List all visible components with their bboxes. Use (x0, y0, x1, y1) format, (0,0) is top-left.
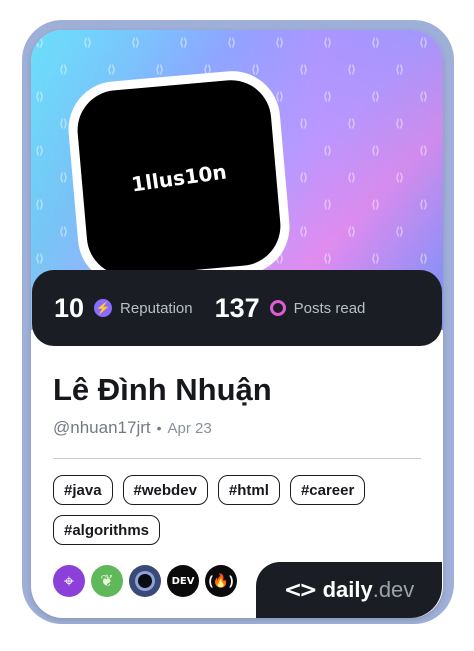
pattern-glyph: ⟨⟩ (419, 144, 428, 157)
avatar: 1llus10n (64, 67, 294, 289)
tag-java[interactable]: #java (53, 475, 113, 505)
pattern-glyph: ⟨⟩ (299, 171, 308, 184)
orbit-icon (129, 565, 161, 597)
pattern-glyph: ⟨⟩ (419, 36, 428, 49)
pattern-glyph: ⟨⟩ (419, 198, 428, 211)
avatar-image: 1llus10n (74, 76, 284, 280)
pattern-glyph: ⟨⟩ (395, 225, 404, 238)
pattern-glyph: ⟨⟩ (275, 36, 284, 49)
tag-webdev[interactable]: #webdev (122, 475, 208, 505)
pattern-glyph: ⟨⟩ (299, 63, 308, 76)
tag-list: #java #webdev #html #career #algorithms (53, 475, 423, 545)
posts-read-value: 137 (214, 292, 260, 323)
pattern-glyph: ⟨⟩ (371, 36, 380, 49)
pattern-glyph: ⟨⟩ (299, 225, 308, 238)
crosshair-icon: ⌖ (53, 565, 85, 597)
pattern-glyph: ⟨⟩ (35, 252, 44, 265)
pattern-glyph: ⟨⟩ (35, 198, 44, 211)
pattern-glyph: ⟨⟩ (59, 225, 68, 238)
pattern-glyph: ⟨⟩ (35, 144, 44, 157)
pattern-glyph: ⟨⟩ (419, 90, 428, 103)
pattern-glyph: ⟨⟩ (323, 252, 332, 265)
pattern-glyph: ⟨⟩ (371, 198, 380, 211)
pattern-glyph: ⟨⟩ (395, 171, 404, 184)
reputation-icon: ⚡ (94, 299, 113, 317)
pattern-glyph: ⟨⟩ (419, 252, 428, 265)
pattern-glyph: ⟨⟩ (347, 171, 356, 184)
daily-dev-mark-icon: <> (283, 577, 318, 603)
reputation-label: Reputation (120, 299, 193, 317)
avatar-text: 1llus10n (129, 159, 229, 197)
brand-name: daily (322, 577, 373, 602)
profile-meta: @nhuan17jrt • Apr 23 (53, 418, 212, 438)
pattern-glyph: ⟨⟩ (371, 252, 380, 265)
pattern-glyph: ⟨⟩ (395, 63, 404, 76)
profile-name: Lê Đình Nhuận (53, 372, 272, 407)
badge-list: ⌖ ❦ DEV (🔥) (53, 565, 237, 597)
reputation-value: 10 (54, 292, 85, 323)
separator-dot: • (156, 420, 162, 436)
pattern-glyph: ⟨⟩ (155, 63, 164, 76)
pattern-glyph: ⟨⟩ (179, 36, 188, 49)
pattern-glyph: ⟨⟩ (59, 117, 68, 130)
pattern-glyph: ⟨⟩ (371, 90, 380, 103)
pattern-glyph: ⟨⟩ (347, 117, 356, 130)
daily-dev-logo: <> daily .dev (256, 562, 442, 618)
joined-date: Apr 23 (167, 420, 212, 437)
brand-tld: .dev (372, 577, 415, 602)
posts-read-label: Posts read (293, 299, 366, 317)
tag-html[interactable]: #html (217, 475, 280, 505)
pattern-glyph: ⟨⟩ (59, 171, 68, 184)
pattern-glyph: ⟨⟩ (395, 117, 404, 130)
stats-bar: 10 ⚡ Reputation 137 Posts read (32, 270, 442, 346)
pattern-glyph: ⟨⟩ (227, 36, 236, 49)
tag-career[interactable]: #career (289, 475, 366, 505)
pattern-glyph: ⟨⟩ (107, 63, 116, 76)
pattern-glyph: ⟨⟩ (59, 63, 68, 76)
freecodecamp-icon: (🔥) (205, 565, 237, 597)
pattern-glyph: ⟨⟩ (299, 117, 308, 130)
pattern-glyph: ⟨⟩ (35, 36, 44, 49)
pattern-glyph: ⟨⟩ (323, 144, 332, 157)
pattern-glyph: ⟨⟩ (323, 90, 332, 103)
pattern-glyph: ⟨⟩ (323, 198, 332, 211)
pattern-glyph: ⟨⟩ (371, 144, 380, 157)
pattern-glyph: ⟨⟩ (35, 90, 44, 103)
pattern-glyph: ⟨⟩ (323, 36, 332, 49)
profile-handle: @nhuan17jrt (53, 418, 151, 437)
divider (53, 458, 421, 459)
pattern-glyph: ⟨⟩ (347, 225, 356, 238)
pattern-glyph: ⟨⟩ (83, 36, 92, 49)
pattern-glyph: ⟨⟩ (347, 63, 356, 76)
tag-algorithms[interactable]: #algorithms (53, 515, 161, 545)
pattern-glyph: ⟨⟩ (131, 36, 140, 49)
posts-read-icon (269, 300, 286, 316)
dev-logo-icon: DEV (167, 565, 199, 597)
spring-leaf-icon: ❦ (91, 565, 123, 597)
